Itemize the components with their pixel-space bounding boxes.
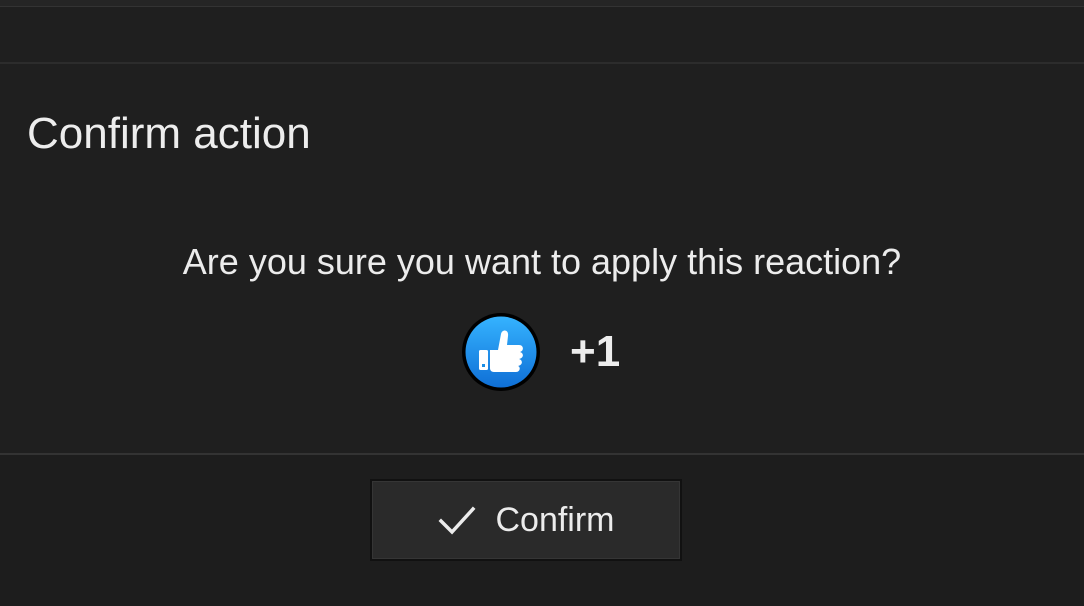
reaction-preview: +1 bbox=[461, 312, 620, 392]
thumbs-up-icon bbox=[462, 313, 540, 391]
header-strip bbox=[0, 7, 1084, 64]
confirm-button[interactable]: Confirm bbox=[370, 479, 682, 561]
check-icon bbox=[439, 506, 476, 535]
dialog-message: Are you sure you want to apply this reac… bbox=[182, 241, 902, 282]
confirm-dialog-screen: Confirm action Are you sure you want to … bbox=[0, 0, 1084, 606]
dialog-title: Confirm action bbox=[27, 109, 311, 158]
confirm-label: Confirm bbox=[495, 501, 615, 539]
reaction-label: +1 bbox=[570, 327, 621, 376]
top-edge bbox=[0, 0, 1084, 7]
